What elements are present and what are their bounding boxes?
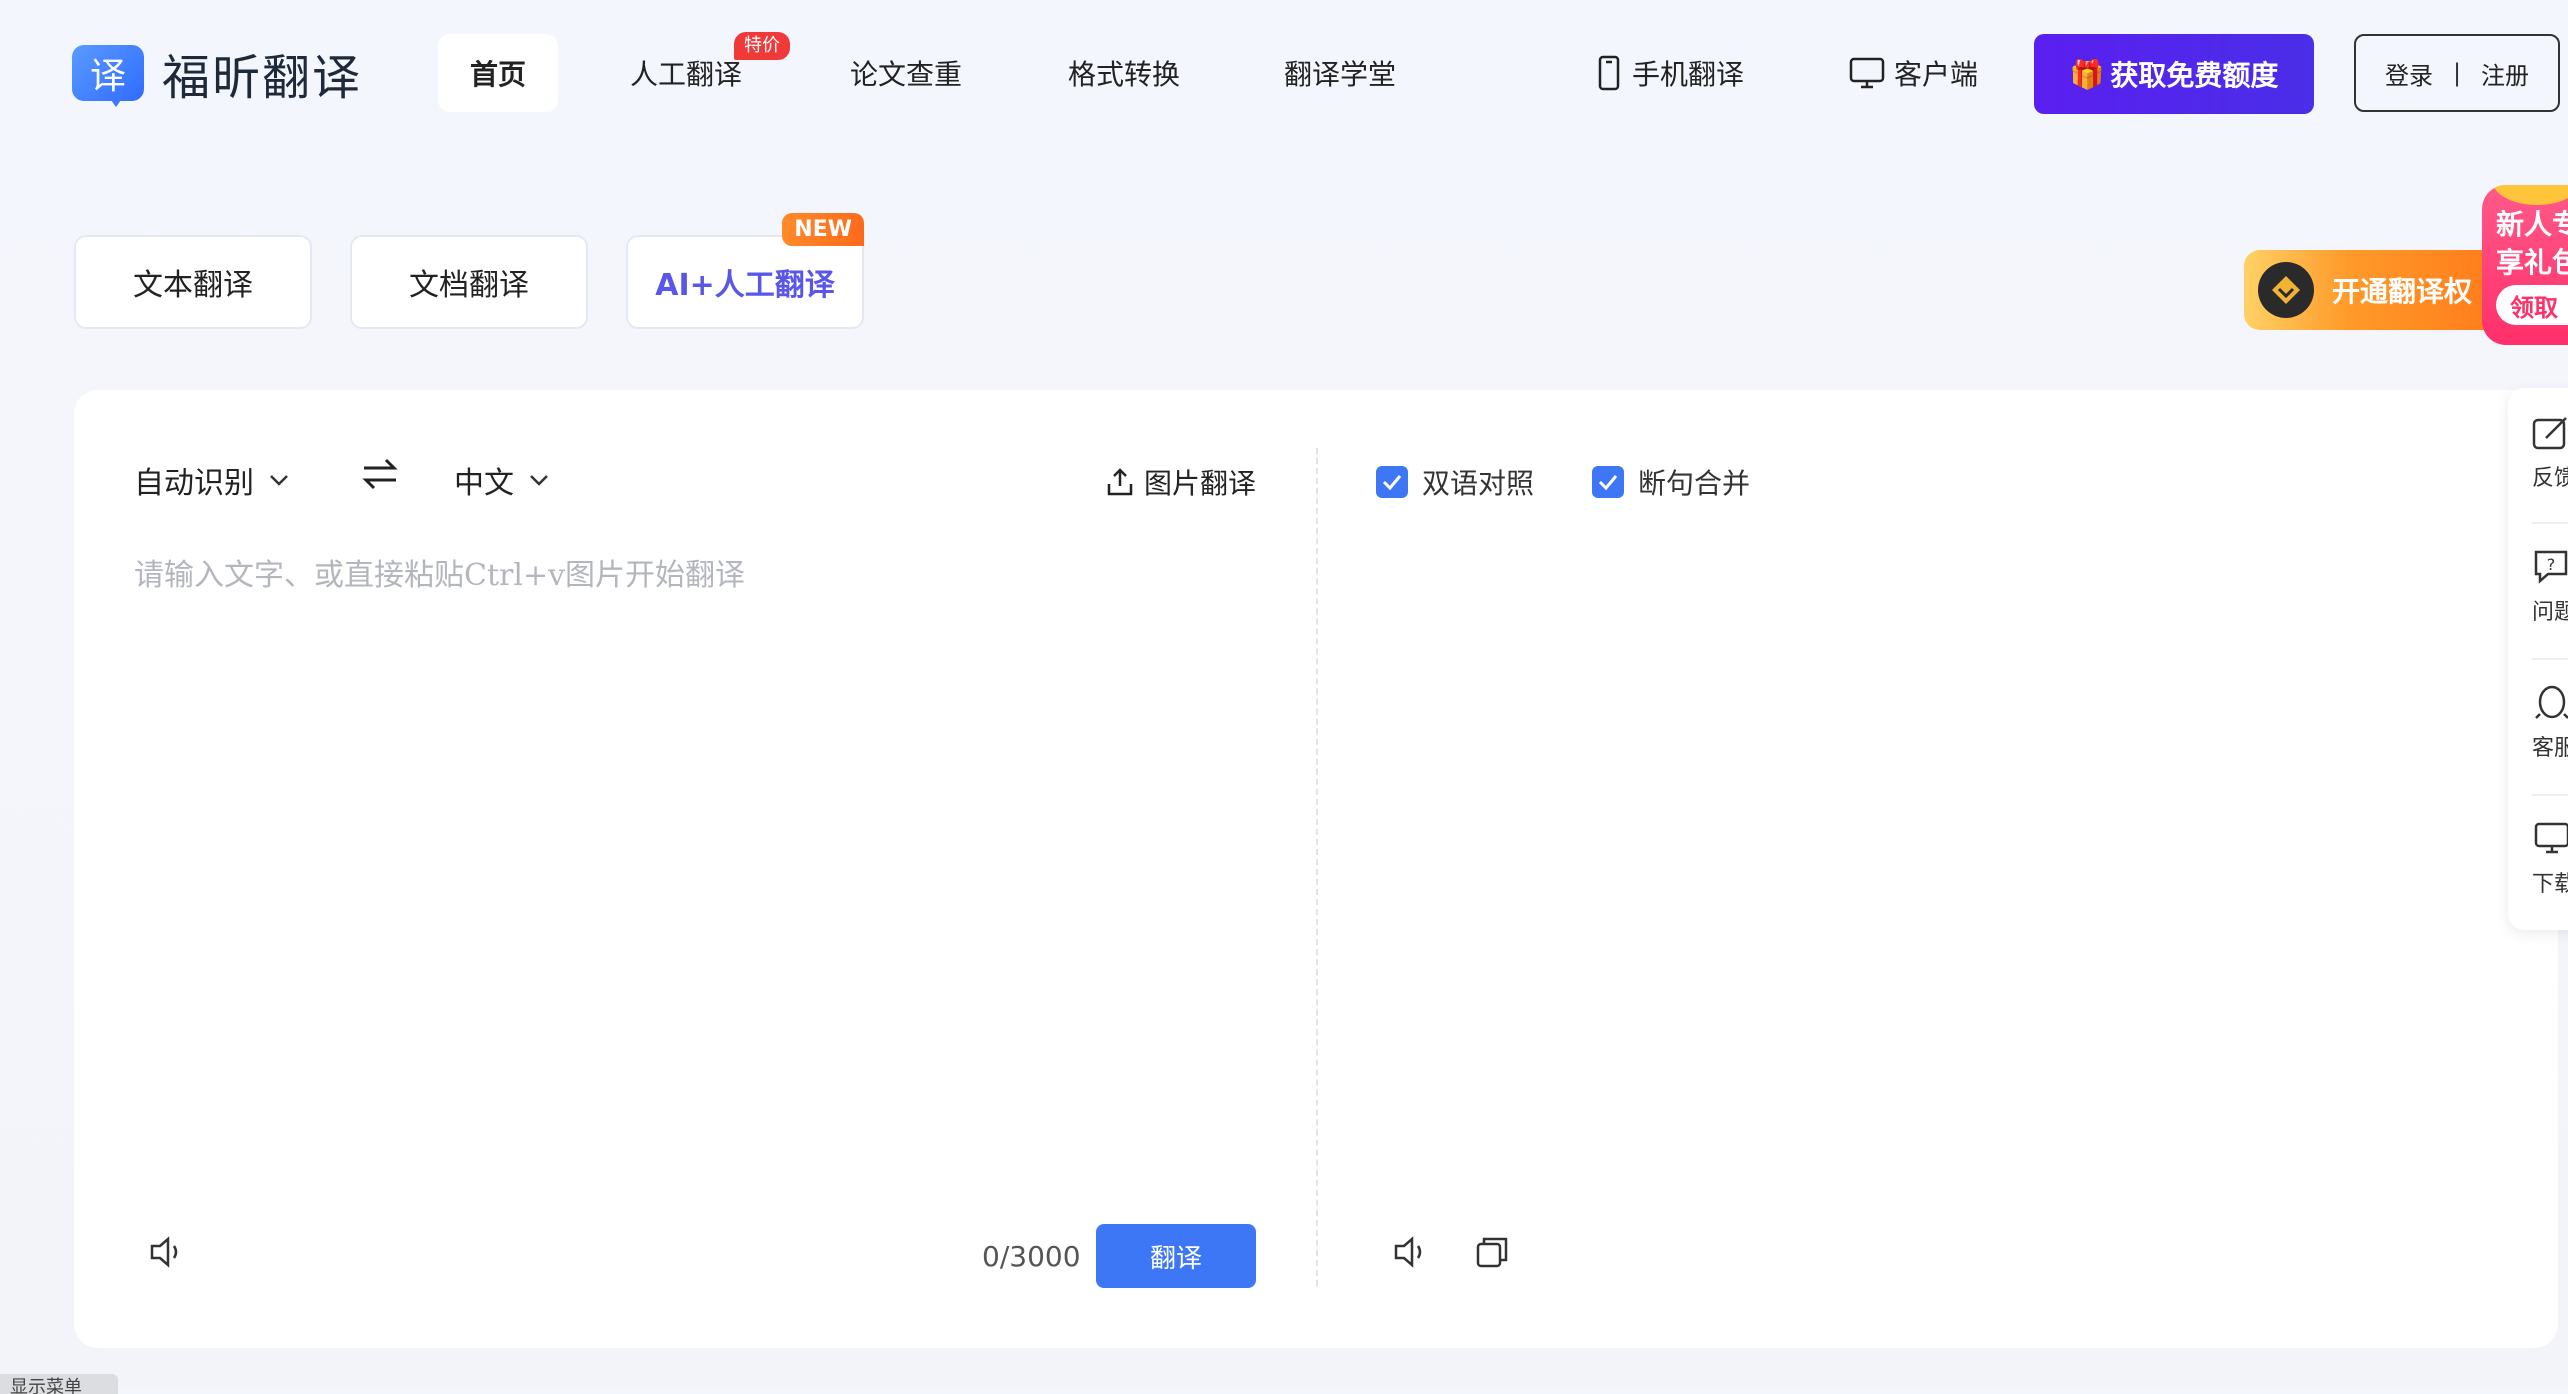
copy-icon xyxy=(1476,1237,1508,1268)
image-translate-label: 图片翻译 xyxy=(1144,467,1257,500)
gift-claim-button[interactable]: 领取 xyxy=(2496,285,2568,325)
mobile-translate-link[interactable]: 手机翻译 xyxy=(1594,34,1744,112)
svg-text:?: ? xyxy=(2547,555,2556,574)
vip-promo-banner[interactable]: 开通翻译权 xyxy=(2244,250,2504,330)
tab-document-translation[interactable]: 文档翻译 xyxy=(350,235,588,329)
nav-home[interactable]: 首页 xyxy=(438,34,558,112)
source-text-input[interactable]: 请输入文字、或直接粘贴Ctrl+v图片开始翻译 xyxy=(134,550,745,594)
copy-button[interactable] xyxy=(1472,1232,1512,1276)
question-bubble-icon: ? xyxy=(2534,550,2568,584)
phone-icon xyxy=(1598,55,1620,91)
monitor-icon xyxy=(2534,822,2568,854)
gift-icon: 🎁 xyxy=(2069,57,2105,91)
chevron-down-icon xyxy=(270,475,288,486)
side-service-label: 客服 xyxy=(2532,736,2568,761)
edit-icon xyxy=(2532,417,2567,450)
register-link[interactable]: 注册 xyxy=(2481,56,2529,91)
side-feedback[interactable]: 反馈 xyxy=(2532,414,2568,492)
source-speaker-button[interactable] xyxy=(146,1232,186,1276)
source-language-label: 自动识别 xyxy=(134,466,254,501)
new-badge: NEW xyxy=(782,213,864,246)
target-language-label: 中文 xyxy=(454,466,514,501)
checkbox-checked-icon xyxy=(1592,466,1624,498)
side-separator xyxy=(2532,794,2568,796)
side-faq-label: 问题 xyxy=(2532,600,2568,625)
vip-promo-label: 开通翻译权 xyxy=(2332,275,2473,308)
merge-sentence-label: 断句合并 xyxy=(1638,467,1751,500)
tab-text-translation[interactable]: 文本翻译 xyxy=(74,235,312,329)
monitor-icon xyxy=(1849,57,1885,89)
login-register-box: 登录 | 注册 xyxy=(2354,34,2560,112)
side-download-label: 下载 xyxy=(2532,872,2568,897)
side-faq[interactable]: ? 问题 xyxy=(2532,548,2568,626)
char-counter: 0/3000 xyxy=(982,1240,1081,1273)
bilingual-label: 双语对照 xyxy=(1422,467,1535,500)
tab-ai-human-label: AI+人工翻译 xyxy=(655,268,835,303)
free-quota-label: 获取免费额度 xyxy=(2110,59,2279,92)
chevron-down-icon xyxy=(530,475,548,486)
source-language-select[interactable]: 自动识别 xyxy=(134,450,290,510)
swap-arrows-icon xyxy=(362,458,398,490)
mobile-translate-label: 手机翻译 xyxy=(1632,58,1745,91)
bilingual-checkbox[interactable]: 双语对照 xyxy=(1376,462,1534,502)
nav-plagiarism-check[interactable]: 论文查重 xyxy=(836,34,976,112)
brand-name: 福昕翻译 xyxy=(162,50,363,106)
side-service[interactable]: 客服 xyxy=(2532,684,2568,762)
swap-language-button[interactable] xyxy=(360,456,400,496)
speaker-icon xyxy=(1394,1236,1422,1268)
logo-icon: 译 xyxy=(72,41,146,107)
nav-format-convert[interactable]: 格式转换 xyxy=(1054,34,1194,112)
tab-ai-human-translation[interactable]: AI+人工翻译 NEW xyxy=(626,213,864,329)
image-translate-button[interactable]: 图片翻译 xyxy=(1104,462,1256,502)
side-download[interactable]: 下载 xyxy=(2532,820,2568,898)
nav-human-translation[interactable]: 人工翻译 特价 xyxy=(616,32,790,112)
brand-logo[interactable]: 译 福昕翻译 xyxy=(72,38,362,108)
penguin-icon xyxy=(2535,685,2568,719)
side-separator xyxy=(2532,658,2568,660)
speaker-icon xyxy=(150,1236,178,1268)
gift-bow-icon xyxy=(2492,185,2568,205)
gift-line1: 新人专 xyxy=(2496,208,2568,241)
checkbox-checked-icon xyxy=(1376,466,1408,498)
side-feedback-label: 反馈 xyxy=(2532,466,2568,491)
merge-sentence-checkbox[interactable]: 断句合并 xyxy=(1592,462,1750,502)
gift-line2: 享礼包 xyxy=(2496,246,2568,279)
target-speaker-button[interactable] xyxy=(1390,1232,1430,1276)
nav-translation-school[interactable]: 翻译学堂 xyxy=(1270,34,1410,112)
vip-diamond-icon xyxy=(2258,262,2314,318)
newcomer-gift-banner[interactable]: 新人专 享礼包 领取 xyxy=(2482,185,2568,345)
show-menu-tab[interactable]: 显示菜单 xyxy=(0,1374,118,1394)
translation-panel: 自动识别 中文 图片翻译 请输入文字、或直接粘贴Ctrl+v图片开始翻译 双语对… xyxy=(74,390,2558,1348)
login-link[interactable]: 登录 xyxy=(2385,56,2433,91)
target-language-select[interactable]: 中文 xyxy=(454,450,550,510)
client-download-link[interactable]: 客户端 xyxy=(1848,34,1978,112)
get-free-quota-button[interactable]: 🎁 获取免费额度 xyxy=(2034,34,2314,114)
upload-icon xyxy=(1107,468,1133,496)
side-toolbar: 反馈 ? 问题 客服 下载 xyxy=(2508,388,2568,930)
login-separator: | xyxy=(2452,59,2462,87)
client-label: 客户端 xyxy=(1894,58,1979,91)
hot-badge: 特价 xyxy=(734,32,790,60)
nav-human-translation-label: 人工翻译 xyxy=(629,58,742,91)
side-separator xyxy=(2532,522,2568,524)
panel-divider xyxy=(1316,448,1318,1286)
translate-button[interactable]: 翻译 xyxy=(1096,1224,1256,1288)
